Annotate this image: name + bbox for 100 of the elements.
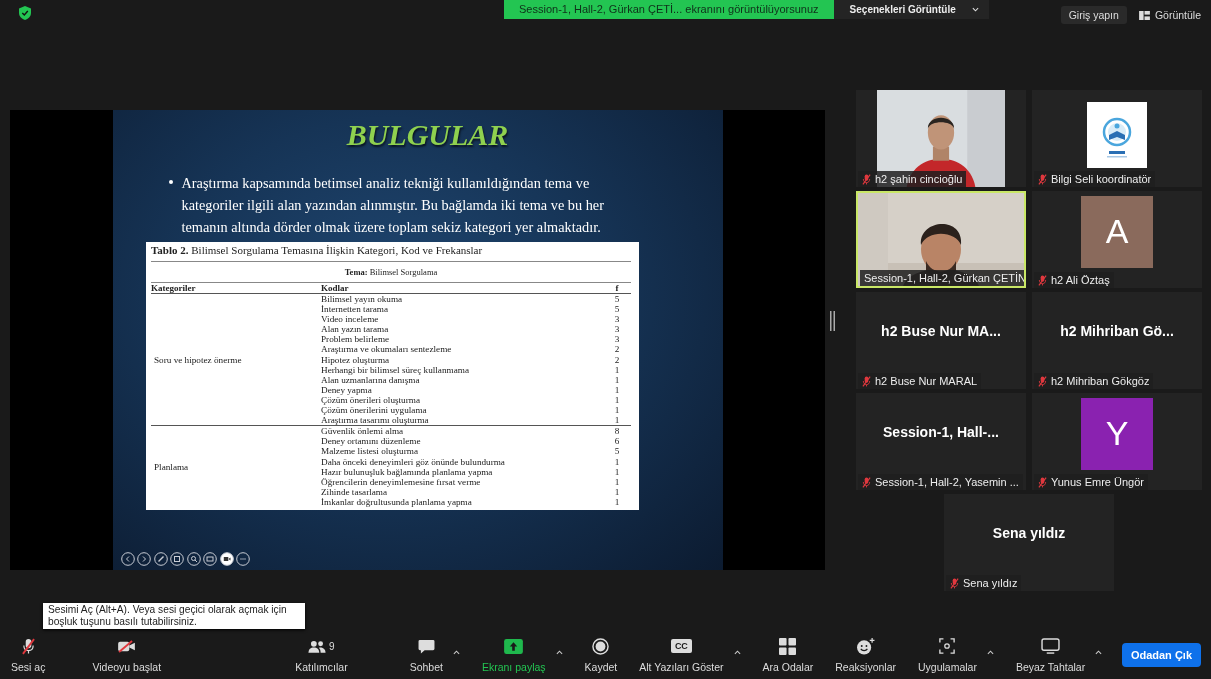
avatar: A: [1081, 195, 1153, 268]
camera-off-icon: [117, 639, 137, 653]
participant-tile[interactable]: Sena yıldız Sena yıldız: [944, 494, 1114, 591]
previous-icon[interactable]: [120, 552, 135, 566]
table-cell-text: Video inceleme: [321, 314, 380, 325]
shield-icon[interactable]: [19, 6, 31, 20]
table-caption: Tablo 2. Bilimsel Sorgulama Temasına İlişkin Kategori, Kod ve Frekanslar: [151, 244, 631, 262]
camera-icon[interactable]: [219, 552, 234, 566]
table-cell-text: Araştırma tasarımı oluşturma: [321, 415, 430, 426]
table-cell-text: Bilimsel yayın okuma: [321, 294, 404, 305]
table-cell-text: 5: [613, 446, 621, 457]
record-button[interactable]: Kaydet: [579, 633, 623, 676]
emoji-plus-icon: [856, 637, 876, 655]
table-cell-text: 1: [613, 456, 621, 467]
participant-tile[interactable]: h2 Buse Nur MA... h2 Buse Nur MARAL: [856, 292, 1026, 389]
table-cell-text: 5: [613, 304, 621, 315]
participant-name: h2 şahin cincioğlu: [875, 173, 963, 185]
zoom-icon[interactable]: [186, 552, 201, 566]
participant-tile[interactable]: A h2 Ali Öztaş: [1032, 191, 1202, 288]
rooms-button[interactable]: Ara Odalar: [757, 633, 819, 676]
captions-button[interactable]: CC Alt Yazıları Göster: [634, 633, 729, 676]
table-cell-text: Öğrencilerin deneyimlemesine fırsat verme: [321, 476, 481, 487]
table-cell-text: Herhangi bir bilimsel süreç kullanmama: [321, 364, 470, 375]
caret-icon[interactable]: [733, 650, 741, 655]
resize-handle[interactable]: [830, 311, 835, 331]
column-header: Kategoriler: [151, 283, 197, 293]
participant-tile[interactable]: h2 Mihriban Gö... h2 Mihriban Gökgöz: [1032, 292, 1202, 389]
participant-name: Session-1, Hall-2, Yasemin ...: [875, 476, 1019, 488]
muted-mic-icon: [21, 637, 35, 655]
table-cell-text: Deney ortamını düzenleme: [321, 436, 422, 447]
next-icon[interactable]: [137, 552, 151, 566]
share-button[interactable]: Ekranı paylaş: [476, 633, 551, 676]
slide-title: BULGULAR: [346, 118, 509, 152]
table-cell-text: 1: [613, 466, 621, 477]
captions-icon: CC: [670, 639, 692, 653]
grid-icon: [779, 637, 797, 655]
table-cell-text: Malzeme listesi oluşturma: [321, 446, 419, 457]
caret-icon[interactable]: [1095, 650, 1103, 655]
table-cell-text: 1: [613, 486, 621, 497]
table-cell-text: 1: [613, 496, 621, 507]
table-cell-text: Soru ve hipotez önerme: [153, 354, 243, 365]
table-cell-text: 1: [613, 415, 621, 426]
sign-in-button[interactable]: Giriş yapın: [1060, 6, 1127, 24]
apps-button[interactable]: Uygulamalar: [913, 633, 982, 676]
table-cell-text: Alan uzmanlarına danışma: [321, 374, 420, 385]
camera-button[interactable]: Videoyu başlat: [87, 633, 167, 676]
leave-button[interactable]: Odadan Çık: [1121, 642, 1201, 667]
participant-display-name: h2 Buse Nur MA...: [881, 322, 1001, 339]
table-cell-text: Deney yapma: [321, 384, 373, 395]
subtitles-icon[interactable]: [203, 552, 217, 566]
table-cell-text: 3: [613, 324, 621, 335]
more-icon[interactable]: [236, 552, 250, 566]
table-cell-text: 2: [613, 354, 621, 365]
participant-tile[interactable]: Session-1, Hall-... Session-1, Hall-2, Yasemin ...: [856, 393, 1026, 490]
bullet-text: Araştırma kapsamında betimsel analiz tekniği kullanıldığından tema ve kategoriler ilgili alan yazından alınmıştır. Bu bağlamda iki tema ve bu her temanın altında dörder olmak üzere toplam sekiz kategori yer almaktadır.: [181, 174, 605, 237]
table-cell-text: Problem belirleme: [321, 334, 391, 345]
people-icon: [308, 639, 327, 653]
table-cell-text: 1: [613, 476, 621, 487]
table-theme: Tema: Bilimsel Sorgulama: [151, 262, 631, 283]
apps-icon: [939, 638, 956, 654]
table-cell-text: Alan yazın tarama: [321, 324, 390, 335]
participant-tile[interactable]: h2 şahin cincioğlu: [856, 90, 1026, 187]
view-button[interactable]: Görüntüle: [1134, 6, 1205, 24]
caret-icon[interactable]: [986, 650, 994, 655]
people-button[interactable]: 9 Katılımcılar: [290, 633, 353, 676]
layout-icon: [1138, 10, 1150, 20]
participant-display-name: Session-1, Hall-...: [883, 423, 999, 440]
pen-icon[interactable]: [153, 552, 168, 566]
table-cell-text: 1: [613, 405, 621, 416]
participant-tile[interactable]: Y Yunus Emre Üngör: [1032, 393, 1202, 490]
bullet-icon: [168, 180, 173, 184]
table-cell-text: Hipotez oluşturma: [321, 354, 391, 365]
chat-button[interactable]: Sohbet: [404, 633, 448, 676]
table-cell-text: Daha önceki deneyimleri göz önünde bulundurma: [321, 456, 506, 467]
participant-name: Sena yıldız: [963, 577, 1018, 589]
participant-name: h2 Mihriban Gökgöz: [1051, 375, 1150, 387]
caret-icon[interactable]: [452, 650, 460, 655]
avatar: Y: [1081, 397, 1153, 470]
table-cell-text: 1: [613, 394, 621, 406]
copy-icon[interactable]: [170, 552, 184, 566]
chevron-icon: [971, 7, 979, 12]
chat-icon: [417, 638, 435, 654]
table-cell-text: 3: [613, 314, 621, 325]
table-cell-text: 1: [613, 384, 621, 395]
participant-display-name: Sena yıldız: [992, 524, 1066, 541]
reactions-button[interactable]: Reaksiyonlar: [830, 633, 901, 676]
mic-button[interactable]: Sesi aç: [6, 633, 51, 676]
column-header: Kodlar: [321, 283, 350, 293]
table-cell-text: 2: [613, 344, 621, 355]
table-cell-text: 8: [613, 426, 621, 437]
caret-icon[interactable]: [555, 650, 563, 655]
whiteboard-button[interactable]: Beyaz Tahtalar: [1010, 633, 1091, 676]
options-dropdown[interactable]: Seçenekleri Görüntüle: [833, 0, 989, 19]
table-cell-text: 5: [613, 294, 621, 305]
table-cell-text: 6: [613, 436, 621, 447]
participant-count: 9: [329, 640, 335, 652]
participant-name: h2 Buse Nur MARAL: [875, 375, 978, 387]
participant-tile[interactable]: Bilgi Seli koordinatör: [1032, 90, 1202, 187]
table-cell-text: Çözüm önerileri oluşturma: [321, 394, 421, 406]
table-cell-text: 3: [613, 334, 621, 345]
